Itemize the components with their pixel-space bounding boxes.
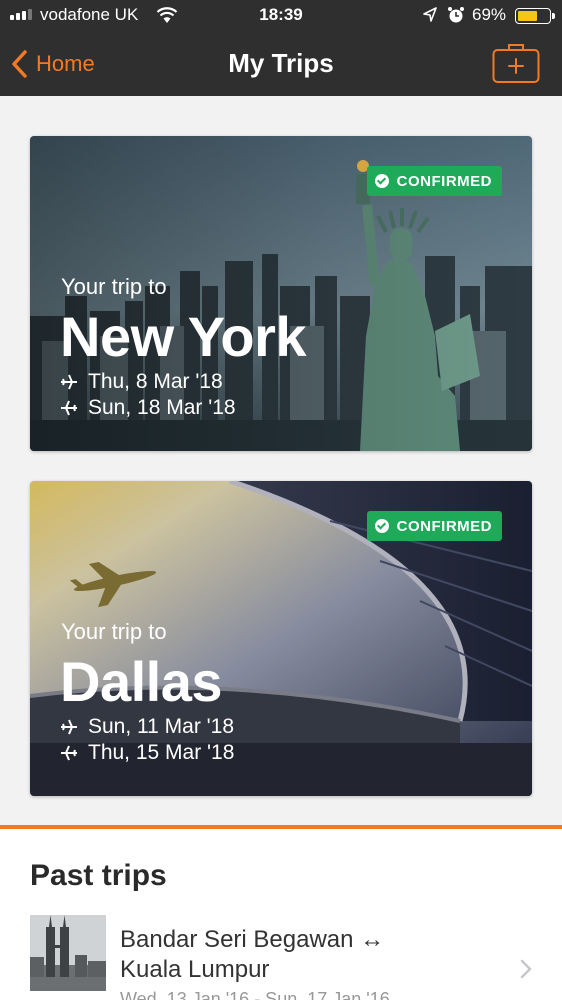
trip-card-new-york[interactable]: CONFIRMED Your trip to New York Thu, 8 M… xyxy=(30,136,532,451)
alarm-icon xyxy=(448,7,464,23)
route-line-1: Bandar Seri Begawan ↔ xyxy=(120,926,385,953)
confirmed-badge: CONFIRMED xyxy=(366,511,502,541)
top-bar: vodafone UK 18:39 69% Home My Trips xyxy=(0,0,562,96)
check-circle-icon xyxy=(374,519,389,533)
past-trip-route: Bandar Seri Begawan ↔ Kuala Lumpur xyxy=(120,925,500,985)
status-bar: vodafone UK 18:39 69% xyxy=(0,0,562,32)
plane-return-icon xyxy=(61,745,77,761)
depart-date-text: Thu, 8 Mar '18 xyxy=(88,370,223,393)
depart-date-text: Sun, 11 Mar '18 xyxy=(88,715,235,738)
trip-city: New York xyxy=(60,305,307,368)
battery-icon xyxy=(515,8,555,24)
return-date: Sun, 18 Mar '18 xyxy=(60,396,236,420)
check-circle-icon xyxy=(374,174,389,188)
trip-prefix: Your trip to xyxy=(61,619,167,644)
battery-percent: 69% xyxy=(472,5,507,24)
location-icon xyxy=(423,7,437,22)
past-trips-section: Past trips Bandar Seri Begawan ↔ Kuala L… xyxy=(0,825,562,1000)
badge-label: CONFIRMED xyxy=(396,172,492,190)
depart-date: Thu, 8 Mar '18 xyxy=(60,370,223,394)
plane-depart-icon xyxy=(61,719,77,735)
past-trip-dates: Wed, 13 Jan '16 - Sun, 17 Jan '16 xyxy=(120,989,390,1000)
depart-date: Sun, 11 Mar '18 xyxy=(60,715,234,739)
past-trips-title: Past trips xyxy=(30,859,167,892)
route-line-2: Kuala Lumpur xyxy=(120,956,270,983)
past-trip-item[interactable]: Bandar Seri Begawan ↔ Kuala Lumpur Wed, … xyxy=(0,911,562,1000)
plane-return-icon xyxy=(61,400,77,416)
trip-prefix: Your trip to xyxy=(61,274,167,299)
kuala-lumpur-thumbnail xyxy=(30,915,106,991)
return-date-text: Thu, 15 Mar '18 xyxy=(88,741,235,764)
plane-depart-icon xyxy=(61,374,77,390)
page-title: My Trips xyxy=(228,48,334,78)
return-date-text: Sun, 18 Mar '18 xyxy=(88,396,236,419)
trip-card-dallas[interactable]: CONFIRMED Your trip to Dallas Sun, 11 Ma… xyxy=(30,481,532,796)
trip-city: Dallas xyxy=(60,650,223,713)
confirmed-badge: CONFIRMED xyxy=(366,166,502,196)
add-trip-icon[interactable] xyxy=(492,42,540,84)
badge-label: CONFIRMED xyxy=(396,517,492,535)
chevron-right-icon xyxy=(520,959,532,979)
return-date: Thu, 15 Mar '18 xyxy=(60,741,234,765)
